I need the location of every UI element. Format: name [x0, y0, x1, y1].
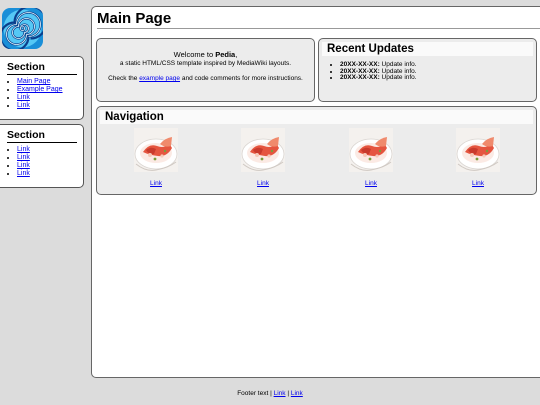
food-thumbnail-image[interactable] [134, 128, 178, 172]
welcome-panel: Welcome to Pedia, a static HTML/CSS temp… [96, 38, 315, 102]
sidebar-section-title: Section [7, 129, 77, 143]
nav-thumb-link[interactable]: Link [365, 180, 377, 187]
food-thumbnail-image[interactable] [456, 128, 500, 172]
update-text: Update info. [379, 74, 417, 81]
welcome-suffix: , [235, 50, 238, 59]
spiral-logo-icon [2, 8, 43, 49]
footer-link[interactable]: Link [291, 390, 303, 397]
welcome-instructions: Check the example page and code comments… [97, 75, 314, 82]
recent-updates-panel: Recent Updates 20XX-XX-XX: Update info. … [318, 38, 537, 102]
navigation-title: Navigation [100, 110, 533, 124]
food-thumbnail-image[interactable] [241, 128, 285, 172]
footer: Footer text | Link | Link [0, 390, 540, 397]
sidebar-section-title: Section [7, 61, 77, 75]
sidebar-link-example-page[interactable]: Example Page [17, 86, 63, 93]
sidebar-link[interactable]: Link [17, 102, 30, 109]
sidebar-item-link: Link [17, 94, 77, 102]
nav-thumb-link[interactable]: Link [472, 180, 484, 187]
sidebar-link[interactable]: Link [17, 146, 30, 153]
instructions-prefix: Check the [108, 75, 140, 82]
sidebar-item-link: Link [17, 170, 77, 178]
sidebar-item-link: Link [17, 102, 77, 110]
welcome-tagline: a static HTML/CSS template inspired by M… [119, 60, 292, 67]
nav-thumb[interactable]: Link [241, 128, 285, 190]
sidebar-link[interactable]: Link [17, 170, 30, 177]
sidebar-section-1: Section Main Page Example Page Link Link [0, 56, 84, 120]
nav-thumb[interactable]: Link [456, 128, 500, 190]
sidebar-item-main-page: Main Page [17, 78, 77, 86]
main-content: Main Page Welcome to Pedia, a static HTM… [91, 6, 540, 378]
sidebar-link[interactable]: Link [17, 94, 30, 101]
sidebar-link-main-page[interactable]: Main Page [17, 78, 50, 85]
instructions-suffix: and code comments for more instructions. [180, 75, 303, 82]
site-logo[interactable] [2, 8, 43, 49]
footer-link[interactable]: Link [274, 390, 286, 397]
nav-thumb-link[interactable]: Link [257, 180, 269, 187]
example-page-link[interactable]: example page [139, 75, 180, 82]
update-date: 20XX-XX-XX: [340, 74, 380, 81]
page-title: Main Page [97, 10, 540, 29]
sidebar-item-link: Link [17, 154, 77, 162]
sidebar-item-link: Link [17, 162, 77, 170]
nav-thumb[interactable]: Link [134, 128, 178, 190]
sidebar-section-2: Section Link Link Link Link [0, 124, 84, 188]
sidebar-item-link: Link [17, 146, 77, 154]
welcome-line: Welcome to Pedia, [97, 50, 314, 59]
update-item: 20XX-XX-XX: Update info. [340, 74, 536, 82]
sidebar-item-example-page: Example Page [17, 86, 77, 94]
welcome-prefix: Welcome to [173, 50, 216, 59]
nav-thumb[interactable]: Link [349, 128, 393, 190]
recent-updates-title: Recent Updates [322, 42, 533, 56]
navigation-panel: Navigation Link Link Link Link [96, 106, 537, 195]
footer-text: Footer text [237, 390, 269, 397]
sidebar-link[interactable]: Link [17, 154, 30, 161]
food-thumbnail-image[interactable] [349, 128, 393, 172]
navigation-gallery: Link Link Link Link [97, 124, 536, 187]
nav-thumb-link[interactable]: Link [150, 180, 162, 187]
sidebar-link[interactable]: Link [17, 162, 30, 169]
site-name: Pedia [215, 50, 236, 59]
